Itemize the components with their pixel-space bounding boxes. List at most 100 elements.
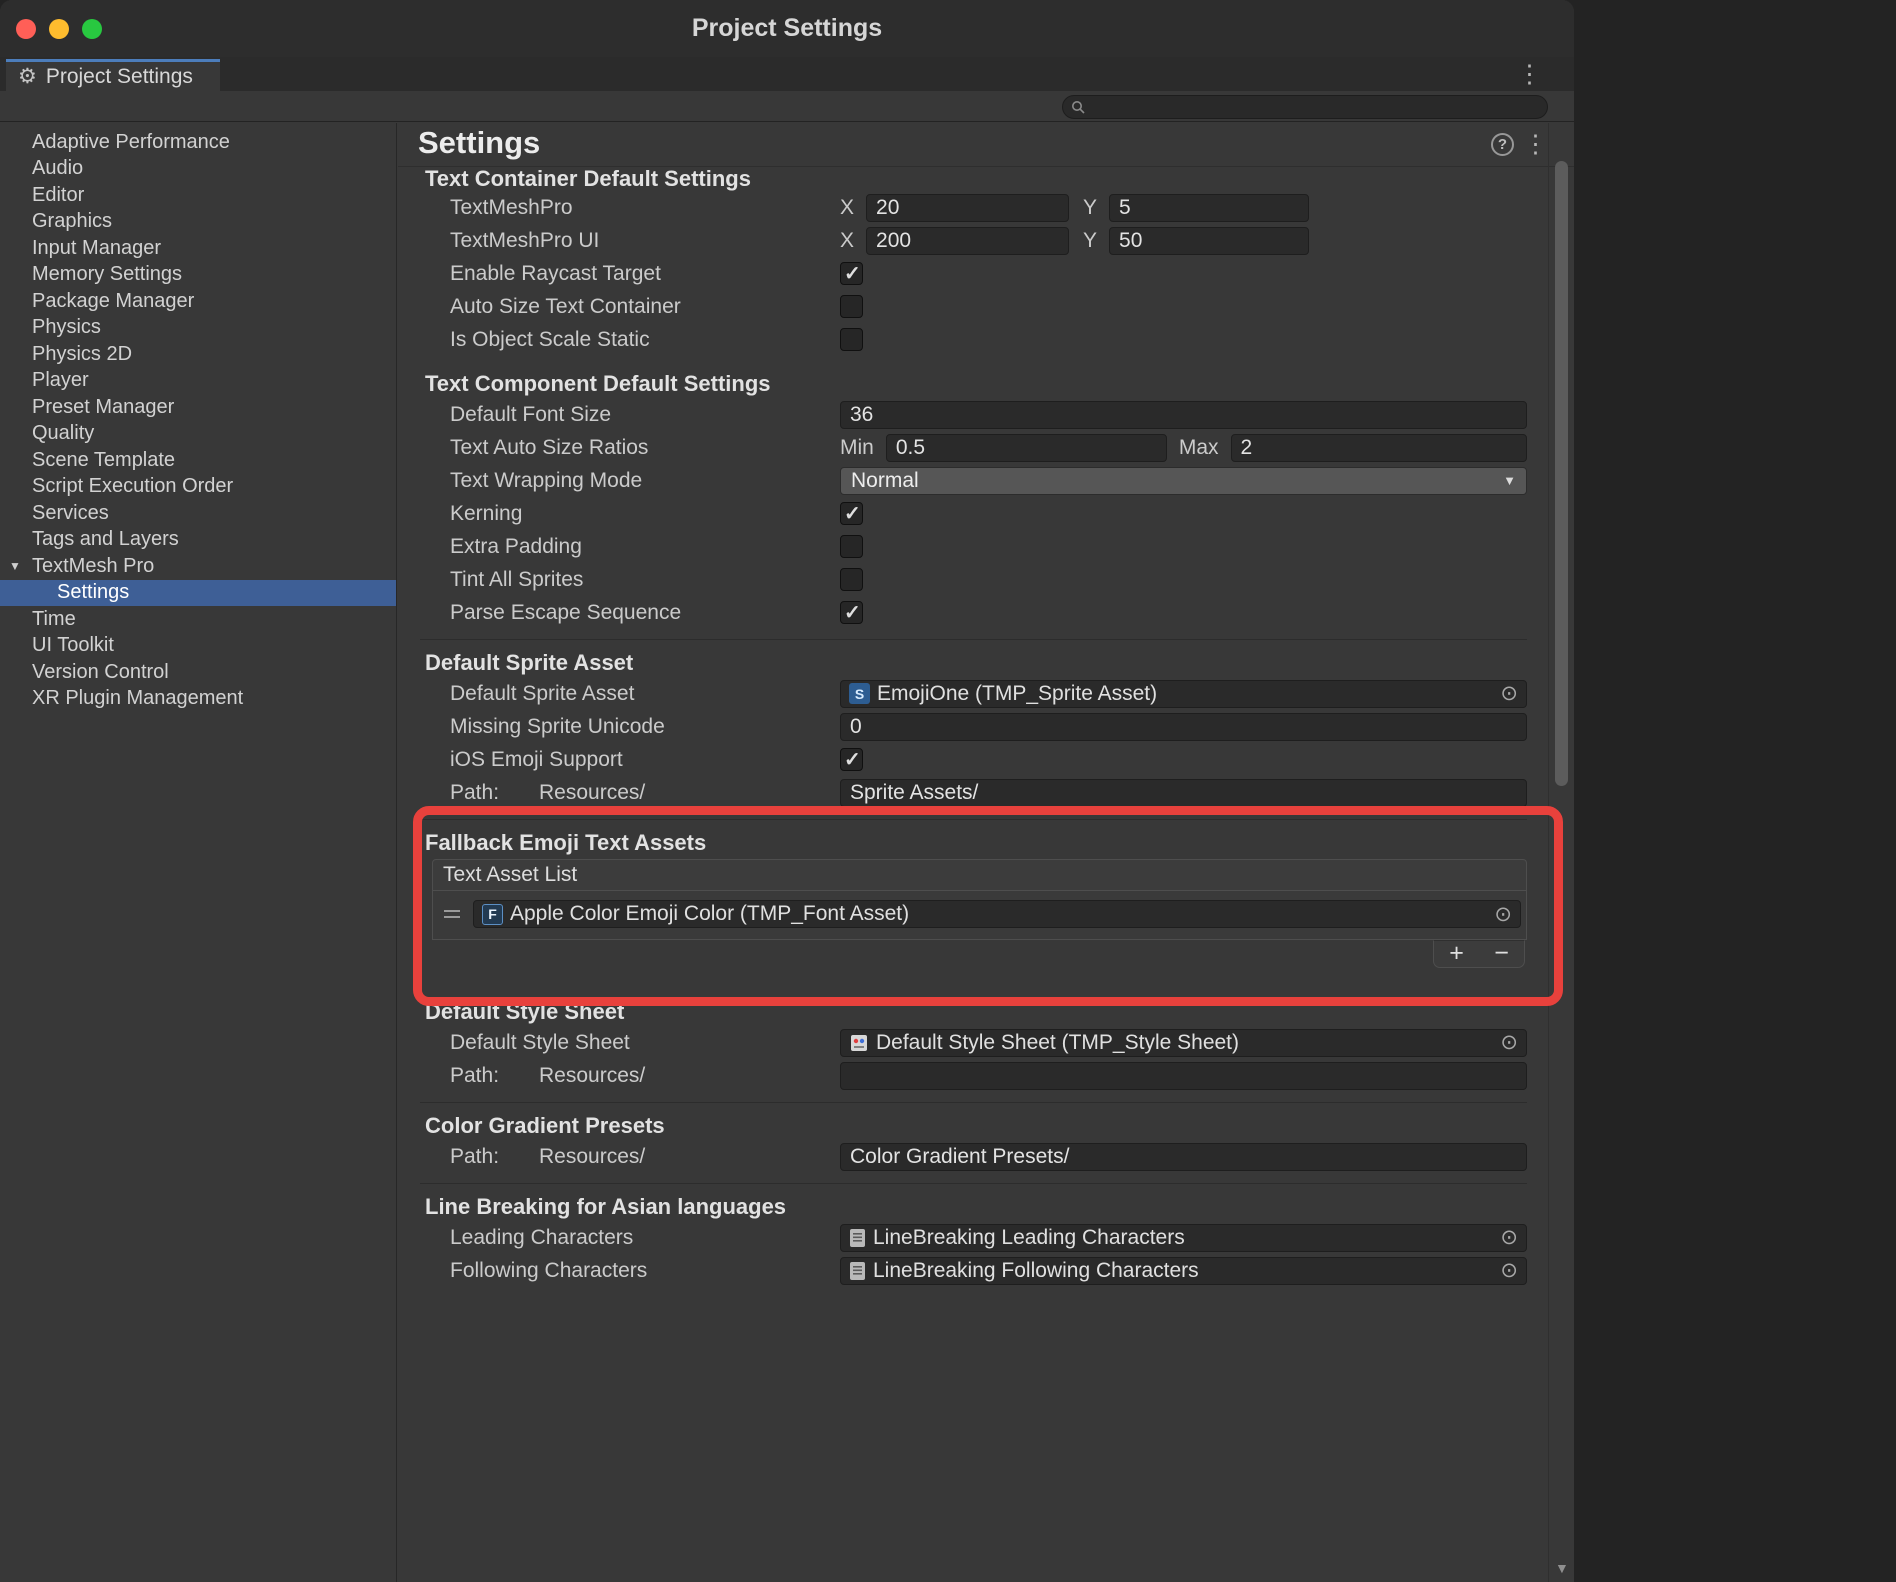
object-picker-icon[interactable]: ⊙ [1492, 683, 1518, 704]
is-object-scale-static-checkbox[interactable] [840, 328, 863, 351]
ios-emoji-support-checkbox[interactable] [840, 748, 863, 771]
y-axis-label: Y [1083, 229, 1097, 253]
sidebar-item-physics-2d[interactable]: Physics 2D [0, 341, 396, 368]
auto-size-max-field[interactable]: 2 [1231, 434, 1527, 462]
sidebar-item-player[interactable]: Player [0, 368, 396, 395]
object-picker-icon[interactable]: ⊙ [1486, 904, 1512, 925]
search-icon [1071, 100, 1086, 115]
setting-label: Parse Escape Sequence [398, 601, 840, 625]
search-input[interactable] [1062, 95, 1548, 119]
search-strip [0, 91, 1574, 122]
sprite-asset-path-field[interactable]: Sprite Assets/ [840, 779, 1527, 807]
path-prefix: Resources/ [539, 1064, 645, 1088]
text-wrapping-mode-dropdown[interactable]: Normal ▼ [840, 467, 1527, 495]
vertical-scrollbar[interactable]: ▼ [1548, 123, 1574, 1582]
x-axis-label: X [840, 229, 854, 253]
section-header-default-sprite-asset: Default Sprite Asset [398, 649, 1548, 677]
setting-label: Following Characters [398, 1259, 840, 1283]
object-picker-icon[interactable]: ⊙ [1492, 1227, 1518, 1248]
sidebar-item-ui-toolkit[interactable]: UI Toolkit [0, 633, 396, 660]
sidebar-item-script-execution-order[interactable]: Script Execution Order [0, 474, 396, 501]
text-asset-list-header: Text Asset List [432, 859, 1527, 891]
sprite-asset-icon: S [849, 683, 870, 704]
list-buttons: + − [1433, 940, 1525, 968]
extra-padding-checkbox[interactable] [840, 535, 863, 558]
path-label: Path: [450, 1145, 539, 1169]
sidebar-item-audio[interactable]: Audio [0, 156, 396, 183]
leading-characters-object-field[interactable]: LineBreaking Leading Characters ⊙ [840, 1224, 1527, 1252]
foldout-triangle-icon[interactable]: ▼ [9, 559, 21, 573]
default-sprite-asset-object-field[interactable]: S EmojiOne (TMP_Sprite Asset) ⊙ [840, 680, 1527, 708]
object-field-value: Default Style Sheet (TMP_Style Sheet) [876, 1031, 1239, 1055]
object-field-value: LineBreaking Following Characters [873, 1259, 1199, 1283]
sidebar-item-adaptive-performance[interactable]: Adaptive Performance [0, 129, 396, 156]
sidebar-item-services[interactable]: Services [0, 500, 396, 527]
text-asset-list: Text Asset List F Apple Color Emoji Colo… [432, 859, 1527, 968]
close-button[interactable] [16, 19, 36, 39]
enable-raycast-target-checkbox[interactable] [840, 262, 863, 285]
text-asset-icon [849, 1228, 866, 1248]
scrollbar-thumb[interactable] [1555, 161, 1568, 786]
textmeshpro-ui-x-field[interactable]: 200 [866, 227, 1069, 255]
remove-button[interactable]: − [1479, 941, 1524, 967]
sidebar-item-editor[interactable]: Editor [0, 182, 396, 209]
sidebar-item-preset-manager[interactable]: Preset Manager [0, 394, 396, 421]
section-divider [398, 1173, 1548, 1193]
sidebar-item-input-manager[interactable]: Input Manager [0, 235, 396, 262]
kerning-checkbox[interactable] [840, 502, 863, 525]
minimize-button[interactable] [49, 19, 69, 39]
zoom-button[interactable] [82, 19, 102, 39]
color-gradient-path-field[interactable]: Color Gradient Presets/ [840, 1143, 1527, 1171]
sidebar-item-time[interactable]: Time [0, 606, 396, 633]
add-button[interactable]: + [1434, 941, 1479, 967]
default-font-size-field[interactable]: 36 [840, 401, 1527, 429]
sidebar-item-version-control[interactable]: Version Control [0, 659, 396, 686]
sidebar-item-graphics[interactable]: Graphics [0, 209, 396, 236]
sidebar-item-settings[interactable]: Settings [0, 580, 396, 607]
style-sheet-path-field[interactable] [840, 1062, 1527, 1090]
drag-handle-icon[interactable] [444, 906, 462, 922]
kebab-menu-icon[interactable]: ⋮ [1517, 62, 1542, 87]
settings-panel: Settings ? ⋮ Text Container Default Sett… [398, 123, 1574, 1582]
sidebar-item-tags-and-layers[interactable]: Tags and Layers [0, 527, 396, 554]
textmeshpro-ui-y-field[interactable]: 50 [1109, 227, 1309, 255]
setting-row: Parse Escape Sequence [398, 596, 1548, 629]
sidebar-item-package-manager[interactable]: Package Manager [0, 288, 396, 315]
sidebar-item-scene-template[interactable]: Scene Template [0, 447, 396, 474]
section-divider [398, 629, 1548, 649]
auto-size-text-container-checkbox[interactable] [840, 295, 863, 318]
setting-row: Missing Sprite Unicode 0 [398, 710, 1548, 743]
fallback-font-asset-object-field[interactable]: F Apple Color Emoji Color (TMP_Font Asse… [473, 900, 1521, 928]
sidebar-item-physics[interactable]: Physics [0, 315, 396, 342]
object-picker-icon[interactable]: ⊙ [1492, 1260, 1518, 1281]
scroll-down-arrow-icon[interactable]: ▼ [1555, 1560, 1569, 1576]
section-header-fallback-emoji: Fallback Emoji Text Assets [398, 829, 1548, 857]
textmeshpro-y-field[interactable]: 5 [1109, 194, 1309, 222]
following-characters-object-field[interactable]: LineBreaking Following Characters ⊙ [840, 1257, 1527, 1285]
default-style-sheet-object-field[interactable]: Default Style Sheet (TMP_Style Sheet) ⊙ [840, 1029, 1527, 1057]
parse-escape-sequence-checkbox[interactable] [840, 601, 863, 624]
object-picker-icon[interactable]: ⊙ [1492, 1032, 1518, 1053]
sidebar-item-memory-settings[interactable]: Memory Settings [0, 262, 396, 289]
min-label: Min [840, 436, 874, 460]
setting-row: TextMeshPro X 20 Y 5 [398, 191, 1548, 224]
x-axis-label: X [840, 196, 854, 220]
missing-sprite-unicode-field[interactable]: 0 [840, 713, 1527, 741]
setting-label: Is Object Scale Static [398, 328, 840, 352]
section-header-text-component: Text Component Default Settings [398, 370, 1548, 398]
sidebar-item-textmesh-pro[interactable]: ▼ TextMesh Pro [0, 553, 396, 580]
textmeshpro-x-field[interactable]: 20 [866, 194, 1069, 222]
section-header-text-container: Text Container Default Settings [398, 167, 1548, 191]
sidebar-item-xr-plugin-management[interactable]: XR Plugin Management [0, 686, 396, 713]
tab-project-settings[interactable]: ⚙ Project Settings [6, 59, 220, 91]
auto-size-min-field[interactable]: 0.5 [886, 434, 1167, 462]
sidebar-item-quality[interactable]: Quality [0, 421, 396, 448]
object-field-value: EmojiOne (TMP_Sprite Asset) [877, 682, 1157, 706]
help-icon[interactable]: ? [1491, 133, 1514, 156]
setting-row: Text Wrapping Mode Normal ▼ [398, 464, 1548, 497]
kebab-menu-icon[interactable]: ⋮ [1523, 132, 1548, 157]
dropdown-arrow-icon: ▼ [1503, 473, 1516, 488]
font-asset-icon: F [482, 904, 503, 925]
setting-row: Text Auto Size Ratios Min 0.5 Max 2 [398, 431, 1548, 464]
tint-all-sprites-checkbox[interactable] [840, 568, 863, 591]
